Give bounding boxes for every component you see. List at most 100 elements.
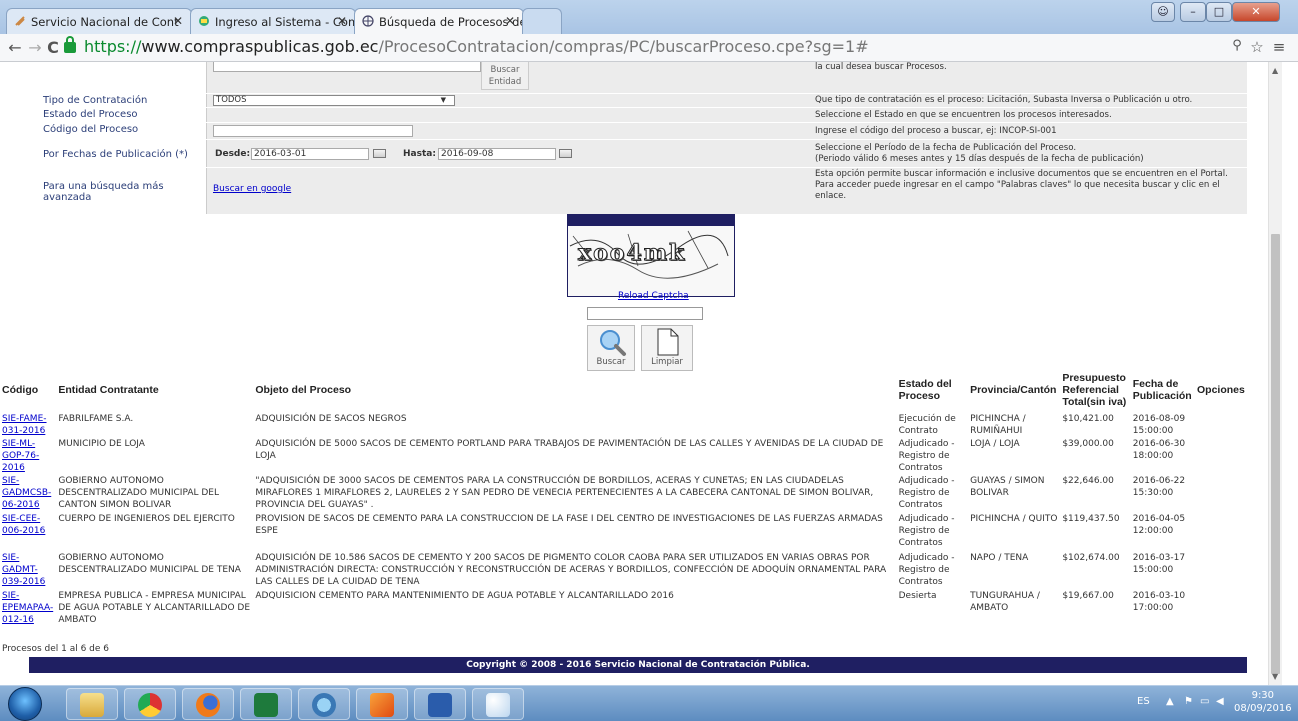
paint-icon — [486, 693, 510, 717]
calendar-icon[interactable] — [559, 149, 572, 158]
estado-cell: Adjudicado - Registro de Contratos — [898, 553, 955, 587]
opciones-cell — [1195, 438, 1248, 475]
form-row-entidad: Buscar Entidad la cual desea buscar Proc… — [29, 62, 1247, 94]
desde-date-input[interactable]: 2016-03-01 — [251, 148, 369, 160]
network-icon[interactable]: ▭ — [1200, 696, 1209, 707]
entidad-cell: GOBIERNO AUTONOMO DESCENTRALIZADO MUNICI… — [58, 553, 241, 575]
url-field[interactable]: https://www.compraspublicas.gob.ec/Proce… — [84, 37, 869, 56]
provincia-cell: GUAYAS / SIMON BOLIVAR — [970, 476, 1045, 498]
estado-cell: Adjudicado - Registro de Contratos — [898, 476, 955, 510]
vertical-scrollbar[interactable]: ▲ ▼ — [1268, 62, 1282, 685]
minimize-button[interactable]: – — [1180, 2, 1206, 22]
column-header: Estado del Proceso — [898, 378, 952, 402]
table-row: SIE-GADMCSB-06-2016 GOBIERNO AUTONOMO DE… — [0, 475, 1248, 513]
flag-icon[interactable]: ⚑ — [1184, 696, 1193, 707]
opciones-cell — [1195, 552, 1248, 590]
form-label: Por Fechas de Publicación (*) — [29, 140, 207, 167]
column-header: Fecha de Publicación — [1132, 378, 1192, 402]
copyright-footer: Copyright © 2008 - 2016 Servicio Naciona… — [29, 657, 1247, 673]
opciones-cell — [1195, 475, 1248, 513]
taskbar-word[interactable] — [414, 688, 466, 720]
table-row: SIE-ML-GOP-76-2016 MUNICIPIO DE LOJA ADQ… — [0, 438, 1248, 475]
column-header: Código — [2, 384, 39, 396]
scrollbar-thumb[interactable] — [1271, 234, 1280, 674]
tab-busqueda-procesos[interactable]: Búsqueda de Procesos de ✕ — [354, 8, 524, 34]
reload-captcha-link[interactable]: Reload Captcha — [618, 291, 689, 301]
captcha-input[interactable] — [587, 307, 703, 320]
form-label: Tipo de Contratación — [29, 94, 207, 107]
results-table-wrapper: Código Entidad Contratante Objeto del Pr… — [0, 367, 1248, 626]
taskbar-firefox[interactable] — [182, 688, 234, 720]
menu-icon[interactable]: ≡ — [1268, 38, 1290, 56]
user-profile-icon[interactable]: ☺ — [1151, 2, 1175, 22]
codigo-cell: SIE-CEE-006-2016 — [0, 513, 56, 552]
entidad-cell: GOBIERNO AUTONOMO DESCENTRALIZADO MUNICI… — [58, 476, 219, 510]
form-label: Código del Proceso — [29, 123, 207, 139]
new-tab-button[interactable] — [522, 8, 562, 34]
taskbar-chrome[interactable] — [124, 688, 176, 720]
back-arrow-icon[interactable]: ← — [4, 38, 26, 57]
codigo-link[interactable]: SIE-CEE-006-2016 — [2, 514, 45, 536]
close-tab-icon[interactable]: ✕ — [337, 14, 347, 28]
reload-icon[interactable]: C — [42, 38, 64, 57]
codigo-link[interactable]: SIE-GADMCSB-06-2016 — [2, 476, 51, 510]
taskbar-explorer[interactable] — [66, 688, 118, 720]
tab-title: Búsqueda de Procesos de — [379, 15, 524, 29]
opciones-cell — [1195, 513, 1248, 552]
codigo-cell: SIE-ML-GOP-76-2016 — [0, 438, 56, 475]
bookmark-star-icon[interactable]: ☆ — [1246, 38, 1268, 56]
start-button[interactable] — [8, 687, 42, 721]
provincia-cell: LOJA / LOJA — [970, 439, 1020, 449]
estado-cell: Desierta — [898, 591, 937, 601]
buscar-google-link[interactable]: Buscar en google — [213, 184, 291, 194]
buscar-button[interactable]: Buscar — [587, 325, 635, 371]
page-favicon-icon — [14, 15, 26, 27]
tab-ingreso-sistema[interactable]: Ingreso al Sistema - Comp ✕ — [190, 8, 356, 34]
close-window-button[interactable]: ✕ — [1232, 2, 1280, 22]
browser-tab-strip: Servicio Nacional de Cont ✕ Ingreso al S… — [0, 0, 1298, 34]
volume-icon[interactable]: ◀ — [1216, 696, 1224, 707]
hasta-date-input[interactable]: 2016-09-08 — [438, 148, 556, 160]
magnifier-icon — [600, 330, 626, 356]
table-header-row: Código Entidad Contratante Objeto del Pr… — [0, 367, 1248, 413]
clock[interactable]: 9:30 08/09/2016 — [1234, 689, 1292, 715]
codigo-link[interactable]: SIE-FAME-031-2016 — [2, 414, 47, 436]
codigo-link[interactable]: SIE-EPEMAPAA-012-16 — [2, 591, 53, 625]
taskbar-paint[interactable] — [472, 688, 524, 720]
form-row-estado: Estado del Proceso Seleccione el Estado … — [29, 108, 1247, 123]
entidad-cell: FABRILFAME S.A. — [58, 414, 134, 424]
objeto-cell: "ADQUISICIÓN DE 3000 SACOS DE CEMENTOS P… — [255, 476, 874, 510]
table-row: SIE-FAME-031-2016 FABRILFAME S.A. ADQUIS… — [0, 413, 1248, 438]
taskbar-app2[interactable] — [356, 688, 408, 720]
provincia-cell: TUNGURAHUA / AMBATO — [970, 591, 1040, 613]
buscar-entidad-button[interactable]: Buscar Entidad — [481, 62, 529, 90]
calendar-icon[interactable] — [373, 149, 386, 158]
scroll-up-icon[interactable]: ▲ — [1272, 66, 1278, 75]
codigo-proceso-input[interactable] — [213, 125, 413, 137]
word-icon — [428, 693, 452, 717]
maximize-button[interactable]: □ — [1206, 2, 1232, 22]
presupuesto-cell: $19,667.00 — [1062, 591, 1114, 601]
close-tab-icon[interactable]: ✕ — [173, 14, 183, 28]
limpiar-button[interactable]: Limpiar — [641, 325, 693, 371]
fecha-cell: 2016-03-10 17:00:00 — [1132, 591, 1186, 613]
table-row: SIE-GADMT-039-2016 GOBIERNO AUTONOMO DES… — [0, 552, 1248, 590]
estado-cell: Adjudicado - Registro de Contratos — [898, 439, 955, 473]
tray-expand-icon[interactable]: ▲ — [1166, 696, 1174, 707]
search-form: Buscar Entidad la cual desea buscar Proc… — [29, 62, 1247, 214]
tipo-contratacion-select[interactable]: TODOS ▼ — [213, 95, 455, 106]
scroll-down-icon[interactable]: ▼ — [1272, 672, 1278, 681]
close-tab-icon[interactable]: ✕ — [505, 14, 515, 28]
entidad-textarea[interactable] — [213, 62, 481, 72]
taskbar-app[interactable] — [298, 688, 350, 720]
codigo-link[interactable]: SIE-GADMT-039-2016 — [2, 553, 45, 587]
codigo-link[interactable]: SIE-ML-GOP-76-2016 — [2, 439, 39, 473]
tab-title: Servicio Nacional de Cont — [31, 15, 179, 29]
language-indicator[interactable]: ES — [1137, 696, 1150, 707]
excel-icon — [254, 693, 278, 717]
page-content: Buscar Entidad la cual desea buscar Proc… — [0, 62, 1268, 685]
taskbar-excel[interactable] — [240, 688, 292, 720]
tab-servicio-nacional[interactable]: Servicio Nacional de Cont ✕ — [6, 8, 192, 34]
hasta-label: Hasta: — [403, 149, 436, 159]
zoom-icon[interactable]: ⚲ — [1226, 38, 1248, 53]
